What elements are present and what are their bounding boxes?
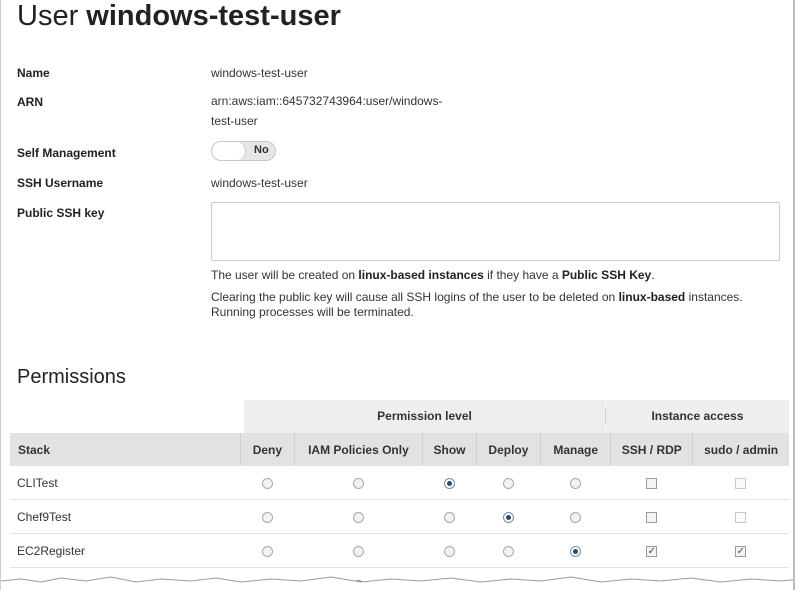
public-ssh-key-textarea[interactable] [211, 202, 780, 261]
page-title-prefix: User [17, 0, 79, 32]
table-row: Chef9Test [10, 499, 789, 534]
permission-radio-deny[interactable] [261, 545, 273, 557]
access-cell [692, 466, 789, 500]
permission-radio-manage[interactable] [570, 511, 582, 523]
arn-label: ARN [17, 95, 43, 109]
col-show: Show [422, 433, 477, 466]
permissions-table: Stack Deny IAM Policies Only Show Deploy… [10, 433, 789, 590]
level-cell [540, 499, 611, 534]
sudo-admin-checkbox[interactable]: ✓ [735, 545, 747, 557]
permission-radio-deny[interactable] [261, 477, 273, 489]
level-cell [476, 533, 541, 568]
ssh-note-clear: Clearing the public key will cause all S… [211, 290, 771, 320]
page-title: User windows-test-user [17, 0, 341, 33]
permission-radio-iam-policies-only[interactable] [352, 477, 364, 489]
toggle-state-label: No [254, 144, 269, 156]
stack-name: EC2Register [10, 533, 241, 568]
note-text: if they have a [483, 268, 562, 282]
level-cell [540, 466, 611, 500]
table-header-row: Stack Deny IAM Policies Only Show Deploy… [10, 433, 789, 466]
table-row: EC2Register ✓ ✓ [10, 533, 789, 568]
col-sudo-admin: sudo / admin [692, 433, 789, 466]
note-bold: Public SSH Key [561, 268, 652, 282]
level-cell [476, 499, 541, 534]
permission-radio-iam-policies-only[interactable] [352, 545, 364, 557]
col-deny: Deny [240, 433, 295, 466]
permission-radio-show[interactable] [444, 545, 456, 557]
access-cell [610, 499, 693, 534]
col-iam-policies-only: IAM Policies Only [293, 433, 423, 466]
access-cell: ✓ [692, 533, 789, 568]
level-cell [294, 499, 423, 534]
public-ssh-key-label: Public SSH key [17, 206, 105, 220]
torn-edge [1, 576, 793, 590]
level-cell [294, 466, 423, 500]
note-text: . [651, 268, 655, 282]
note-bold: linux-based [618, 290, 686, 304]
stack-name: CLITest [10, 466, 241, 500]
col-stack: Stack [10, 433, 241, 466]
sudo-admin-checkbox[interactable] [735, 511, 747, 523]
sudo-admin-checkbox[interactable] [735, 477, 747, 489]
page-title-username: windows-test-user [86, 0, 341, 32]
ssh-rdp-checkbox[interactable] [646, 477, 658, 489]
permission-radio-deploy[interactable] [502, 511, 514, 523]
access-cell [610, 466, 693, 500]
name-value: windows-test-user [211, 66, 308, 80]
level-cell [422, 499, 477, 534]
permission-radio-show[interactable] [444, 511, 456, 523]
ssh-rdp-checkbox[interactable] [646, 511, 658, 523]
level-cell [240, 466, 295, 500]
permissions-heading: Permissions [17, 366, 126, 388]
permission-radio-show[interactable] [444, 477, 456, 489]
permission-radio-deploy[interactable] [502, 545, 514, 557]
level-cell [422, 533, 477, 568]
permission-radio-iam-policies-only[interactable] [352, 511, 364, 523]
note-bold: linux-based instances [358, 268, 484, 282]
note-text: The user will be created on [211, 268, 359, 282]
instance-access-group-header: Instance access [606, 400, 789, 433]
permission-radio-manage[interactable] [570, 545, 582, 557]
ssh-username-value: windows-test-user [211, 176, 308, 190]
user-detail-page: User windows-test-user Name windows-test… [0, 0, 795, 590]
level-cell [240, 533, 295, 568]
level-cell [540, 533, 611, 568]
arn-value: arn:aws:iam::645732743964:user/windows-t… [211, 94, 443, 128]
toggle-knob [212, 142, 246, 160]
col-deploy: Deploy [475, 433, 541, 466]
level-cell [240, 499, 295, 534]
ssh-note-create: The user will be created on linux-based … [211, 268, 771, 283]
col-ssh-rdp: SSH / RDP [610, 433, 693, 466]
permission-level-group-header: Permission level [244, 400, 605, 433]
level-cell [422, 466, 477, 500]
level-cell [294, 533, 423, 568]
table-row: CLITest [10, 466, 789, 500]
access-cell [692, 499, 789, 534]
permission-radio-deploy[interactable] [502, 477, 514, 489]
level-cell [476, 466, 541, 500]
col-manage: Manage [540, 433, 611, 466]
permission-radio-deny[interactable] [261, 511, 273, 523]
self-management-label: Self Management [17, 146, 116, 160]
permission-radio-manage[interactable] [570, 477, 582, 489]
note-text: Clearing the public key will cause all S… [211, 290, 619, 304]
access-cell: ✓ [610, 533, 693, 568]
permissions-table-body: CLITestChef9TestEC2Register✓✓JavaStack [10, 466, 789, 590]
ssh-username-label: SSH Username [17, 176, 104, 190]
self-management-toggle[interactable]: No [211, 141, 276, 161]
stack-name: Chef9Test [10, 499, 241, 534]
ssh-rdp-checkbox[interactable]: ✓ [646, 545, 658, 557]
name-label: Name [17, 66, 50, 80]
